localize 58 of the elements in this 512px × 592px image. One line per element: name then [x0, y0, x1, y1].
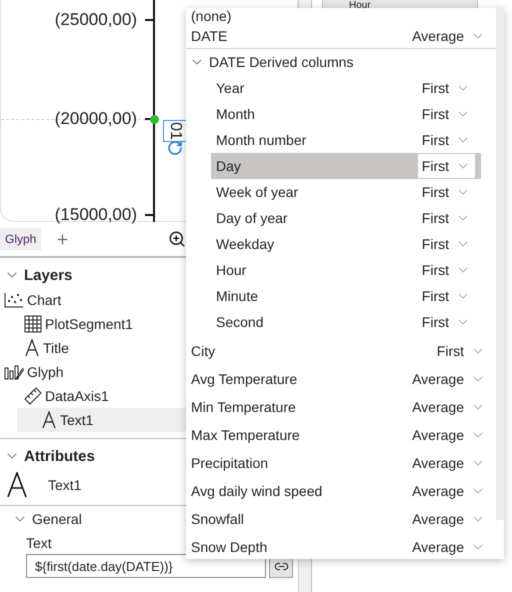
aggregation-dropdown[interactable]: First: [418, 258, 475, 282]
aggregation-dropdown[interactable]: First: [418, 180, 475, 204]
rotate-icon[interactable]: [167, 140, 183, 156]
aggregation-dropdown[interactable]: First: [418, 102, 475, 126]
aggregation-dropdown[interactable]: Average: [408, 507, 490, 531]
bar-pencil-icon: [4, 364, 24, 380]
aggregation-dropdown[interactable]: Average: [408, 367, 490, 391]
menu-item[interactable]: Day of year First: [211, 205, 481, 231]
aggregation-dropdown[interactable]: First: [418, 232, 475, 256]
menu-item[interactable]: Week of year First: [211, 179, 481, 205]
aggregation-dropdown[interactable]: First: [432, 339, 490, 363]
menu-item[interactable]: Year First: [211, 75, 481, 101]
glyph-tab[interactable]: Glyph: [0, 228, 42, 250]
aggregation-dropdown[interactable]: First: [418, 310, 475, 334]
aggregation-dropdown[interactable]: Average: [408, 423, 490, 447]
aggregation-dropdown[interactable]: First: [418, 284, 475, 308]
aggregation-dropdown[interactable]: First: [418, 154, 475, 178]
scatter-chart-icon: [4, 292, 24, 308]
menu-item[interactable]: Avg Temperature Average: [186, 367, 496, 391]
aggregation-dropdown[interactable]: First: [418, 76, 475, 100]
aggregation-dropdown[interactable]: First: [418, 206, 475, 230]
text-icon: [24, 339, 40, 357]
axis-tick-label: (20000,00): [54, 109, 137, 129]
menu-item[interactable]: City First: [186, 339, 496, 363]
aggregation-dropdown[interactable]: First: [418, 128, 475, 152]
text-icon: [41, 411, 57, 429]
menu-item[interactable]: Minute First: [211, 283, 481, 309]
menu-item[interactable]: Avg daily wind speed Average: [186, 479, 496, 503]
menu-item[interactable]: Second First: [211, 309, 481, 335]
anchor-point[interactable]: [150, 115, 159, 124]
ruler-icon: [24, 387, 42, 405]
menu-item[interactable]: DATE Average: [186, 24, 496, 48]
menu-item[interactable]: Precipitation Average: [186, 451, 496, 475]
group-title: DATE Derived columns: [209, 54, 354, 70]
text-icon: [6, 472, 28, 498]
field-label: Text: [26, 534, 52, 553]
menu-item[interactable]: Month First: [211, 101, 481, 127]
grid-icon: [24, 315, 42, 333]
aggregation-dropdown[interactable]: Average: [408, 479, 490, 503]
aggregation-dropdown[interactable]: Average: [408, 535, 490, 559]
axis-tick-label: (15000,00): [54, 205, 137, 225]
aggregation-dropdown[interactable]: Average: [408, 395, 490, 419]
object-name: Text1: [48, 477, 82, 493]
menu-item[interactable]: Day First: [211, 153, 481, 179]
aggregation-dropdown[interactable]: Average: [408, 451, 490, 475]
section-title: Layers: [24, 266, 72, 284]
zoom-icon[interactable]: [168, 230, 186, 248]
add-tab-icon[interactable]: [55, 232, 70, 246]
scrollbar[interactable]: [496, 8, 504, 520]
subsection-title: General: [32, 511, 82, 527]
aggregation-dropdown[interactable]: Average: [408, 24, 490, 48]
axis-tick-label: (25000,00): [54, 10, 137, 30]
menu-item[interactable]: Hour First: [211, 257, 481, 283]
menu-item[interactable]: Month number First: [211, 127, 481, 153]
text-expression-field[interactable]: ${first(date.day(DATE))}: [26, 554, 266, 578]
section-title: Attributes: [24, 448, 95, 464]
menu-item[interactable]: Weekday First: [211, 231, 481, 257]
menu-item[interactable]: Snowfall Average: [186, 507, 496, 531]
